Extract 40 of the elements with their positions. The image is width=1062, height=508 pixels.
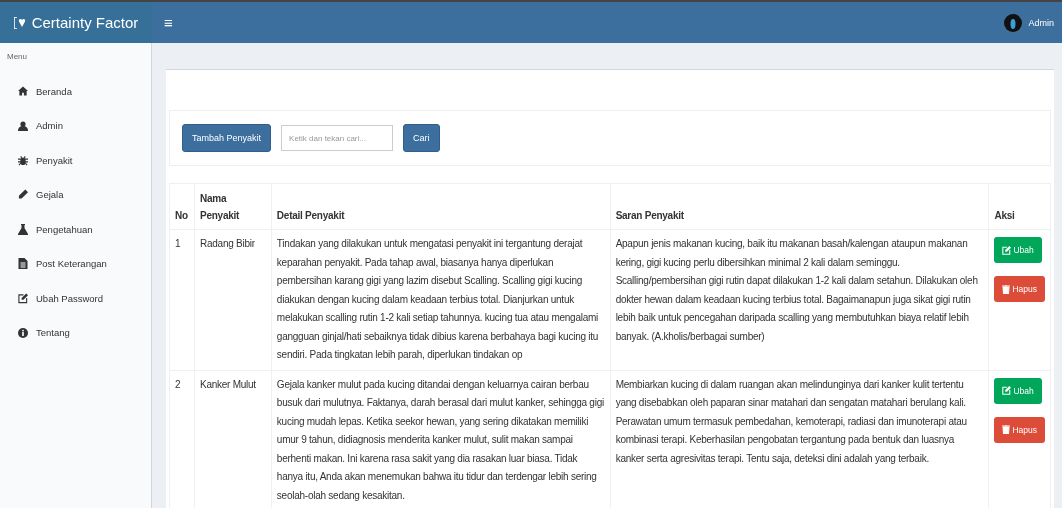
sidebar-item[interactable]: Pengetahuan (0, 212, 151, 247)
trash-icon (1002, 284, 1011, 294)
column-header: Aksi (988, 183, 1051, 230)
brand-title: Certainty Factor (31, 14, 139, 31)
column-header: No (169, 183, 195, 230)
sidebar-item[interactable]: Penyakit (0, 143, 151, 178)
sidebar-item[interactable]: Post Keterangan (0, 246, 151, 281)
sidebar-item[interactable]: Gejala (0, 177, 151, 212)
home-icon (18, 86, 28, 97)
pencil-icon (18, 189, 28, 201)
sidebar-item[interactable]: Admin (0, 108, 151, 143)
edit-icon (1002, 245, 1012, 255)
table-cell: Radang Bibir (194, 229, 272, 370)
edit-icon (18, 292, 28, 304)
user-icon (18, 120, 28, 131)
user-name[interactable]: Admin (1028, 17, 1054, 28)
table-cell: Apapun jenis makanan kucing, baik itu makanan basah/kalengan ataupun makanan kering, gigi kucing perlu dibersihkan minimal 2 kali dalam seminggu. Scalling/pembersihan gigi rutin dapat dilakukan 1-2 kali dalam setahun. Dilakukan oleh dokter hewan dalam keadaan kucing terbius total. Bagaimanapun juga sikat gigi rutin lebih baik untuk pencegahan daripada scalling yang membutuhkan biaya relatif lebih banyak. (A.kholis/berbagai sumber) (610, 229, 989, 370)
column-header: Saran Penyakit (610, 183, 989, 230)
table-cell: 1 (169, 229, 195, 370)
info-icon (18, 327, 28, 338)
document-icon (18, 258, 28, 270)
logo-icon (13, 16, 28, 29)
avatar-icon (1004, 13, 1023, 32)
search-button[interactable]: Cari (403, 124, 440, 152)
trash-icon (1002, 425, 1011, 434)
table-cell: Tindakan yang dilakukan untuk mengatasi penyakit ini tergantung derajat keparahan penyakit. Pada tahap awal, biasanya hanya diperlukan pembersihan karang gigi yang lazim disebut Scalling. Scalling gigi kucing diakukan dengan kucing dalam keadaan terbius total. Dianjurkan untuk melakukan scalling rutin 1-2 kali setiap tahunnya. kucing tua atau mengalami gangguan ginjal/hati sebaiknya tidak dibius karena berbahaya bagi kucing itu sendiri. Pada tingkatan lebih parah, diperlukan tindakan op (271, 229, 611, 370)
delete-button[interactable]: Hapus (994, 276, 1045, 302)
table-cell: 2 (169, 370, 195, 508)
sidebar-item[interactable]: Beranda (0, 74, 151, 109)
search-field[interactable]: Ketik dan tekan cari... (281, 125, 394, 151)
flask-icon (18, 223, 28, 235)
sidebar-item[interactable]: Ubah Password (0, 281, 151, 316)
add-disease-button[interactable]: Tambah Penyakit (182, 124, 272, 152)
delete-button[interactable]: Hapus (994, 416, 1045, 443)
bug-icon (18, 154, 28, 166)
edit-icon (1002, 386, 1012, 395)
menu-heading: Menu (6, 51, 28, 63)
column-header: Nama Penyakit (194, 183, 272, 230)
sidebar-item[interactable]: Tentang (0, 315, 151, 350)
column-header: Detail Penyakit (271, 183, 611, 230)
